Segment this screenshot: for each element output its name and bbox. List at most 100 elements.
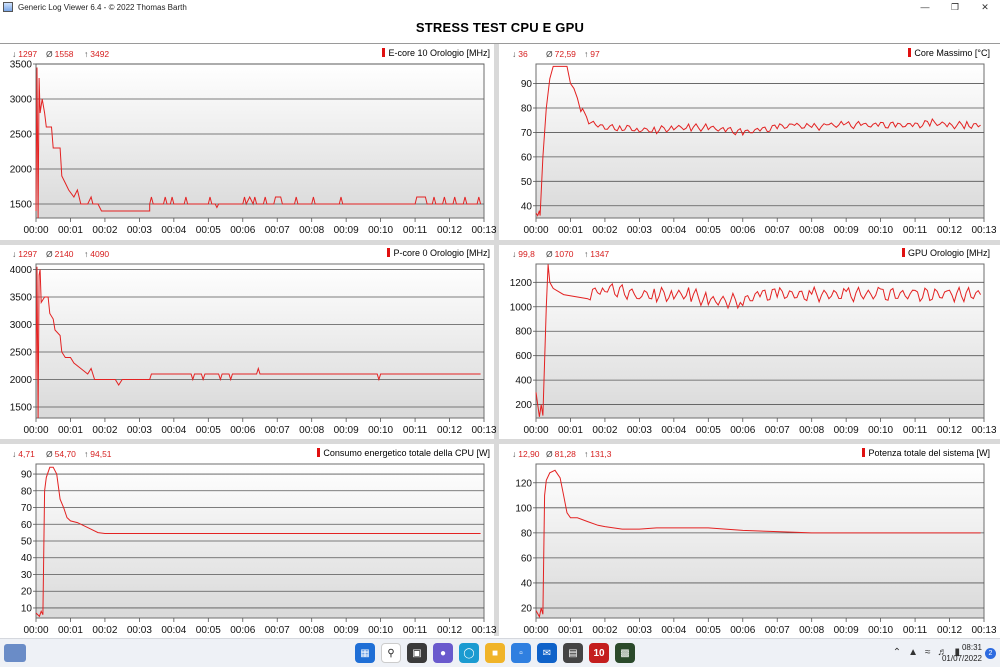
chart-panel-cpu-power: ↓ 4,71 Ø 54,70 ↑ 94,51 Consumo energetico tota… [0,444,496,642]
y-tick-label: 200 [515,400,532,411]
x-tick-label: 00:12 [937,625,962,636]
y-tick-label: 120 [515,478,532,489]
x-tick-label: 00:08 [299,225,324,236]
y-tick-label: 90 [21,470,33,481]
x-tick-label: 00:01 [558,625,583,636]
x-tick-label: 00:10 [368,225,393,236]
window-titlebar: Generic Log Viewer 6.4 - © 2022 Thomas B… [0,0,1000,14]
x-tick-label: 00:00 [523,425,548,436]
x-tick-label: 00:00 [23,625,48,636]
y-tick-label: 60 [21,520,33,531]
chart-panel-system-power: ↓ 12,90 Ø 81,28 ↑ 131,3 Potenza totale del sis… [500,444,996,642]
chart-panel-core-max-temp: ↓ 36 Ø 72,59 ↑ 97 Core Massimo [°C] 40 50 60 70 80 9… [500,44,996,242]
store-icon[interactable]: ▫ [511,643,531,663]
x-tick-label: 00:08 [299,425,324,436]
hwinfo-icon[interactable]: 10 [589,643,609,663]
widgets-weather-icon[interactable] [4,644,26,662]
wifi-icon[interactable]: ≈ [925,647,931,658]
x-tick-label: 00:03 [627,225,652,236]
search-icon[interactable]: ⚲ [381,643,401,663]
chart-plot[interactable]: 1500 2000 2500 3000 3500 00:00 00:01 00:02 00:03… [0,44,496,240]
plot-area [535,63,985,219]
x-tick-label: 00:09 [334,425,359,436]
x-tick-label: 00:01 [558,425,583,436]
y-tick-label: 40 [521,578,533,589]
x-tick-label: 00:01 [58,425,83,436]
y-tick-label: 3000 [10,320,33,331]
x-tick-label: 00:13 [471,625,496,636]
x-tick-label: 00:11 [403,225,428,236]
y-tick-label: 90 [521,79,533,90]
restore-icon[interactable]: ❐ [940,0,970,14]
app-icon [3,2,13,12]
x-tick-label: 00:04 [661,625,686,636]
y-tick-label: 1500 [10,200,33,211]
x-tick-label: 00:11 [903,225,928,236]
chart-plot[interactable]: 10 20 30 40 50 60 70 80 90 00:00 00:01 00:02 00:03 00… [0,444,496,640]
x-tick-label: 00:02 [592,625,617,636]
x-tick-label: 00:07 [265,225,290,236]
edge-icon[interactable]: ◯ [459,643,479,663]
minimize-icon[interactable]: — [910,0,940,14]
close-icon[interactable]: ✕ [970,0,1000,14]
x-tick-label: 00:05 [696,425,721,436]
x-tick-label: 00:07 [265,625,290,636]
y-tick-label: 30 [21,570,33,581]
chevron-up-icon[interactable]: ⌃ [893,647,901,658]
x-tick-label: 00:07 [765,625,790,636]
chart-plot[interactable]: 40 50 60 70 80 90 00:00 00:01 00:02 00:03 00:04 00:… [500,44,996,240]
x-tick-label: 00:06 [730,425,755,436]
plot-area [535,463,985,619]
x-tick-label: 00:10 [868,625,893,636]
x-tick-label: 00:09 [334,625,359,636]
y-tick-label: 40 [21,553,33,564]
x-tick-label: 00:09 [834,225,859,236]
mail-icon[interactable]: ✉ [537,643,557,663]
y-tick-label: 1200 [510,278,533,289]
chart-plot[interactable]: 200 400 600 800 1000 1200 00:00 00:01 00:02 00:03… [500,244,996,440]
x-tick-label: 00:05 [196,225,221,236]
y-tick-label: 70 [521,128,533,139]
y-tick-label: 3000 [10,95,33,106]
x-tick-label: 00:12 [937,425,962,436]
y-tick-label: 80 [521,104,533,115]
notification-badge[interactable]: 2 [985,648,996,659]
x-tick-label: 00:05 [696,625,721,636]
x-tick-label: 00:12 [437,625,462,636]
x-tick-label: 00:03 [127,225,152,236]
y-tick-label: 80 [21,486,33,497]
x-tick-label: 00:01 [58,225,83,236]
x-tick-label: 00:13 [971,225,996,236]
x-tick-label: 00:08 [299,625,324,636]
x-tick-label: 00:00 [23,425,48,436]
x-tick-label: 00:01 [558,225,583,236]
network-icon[interactable]: ▲ [908,647,918,658]
y-tick-label: 20 [21,587,33,598]
chart-panel-gpu-clock: ↓ 99,8 Ø 1070 ↑ 1347 GPU Orologio [MHz] 200 400 6… [500,244,996,442]
y-tick-label: 400 [515,376,532,387]
explorer-icon[interactable]: ■ [485,643,505,663]
y-tick-label: 2500 [10,130,33,141]
x-tick-label: 00:05 [196,625,221,636]
start-icon[interactable]: ▦ [355,643,375,663]
x-tick-label: 00:08 [799,225,824,236]
teams-icon[interactable]: ● [433,643,453,663]
taskbar: ▦ ⚲ ▣ ● ◯ ■ ▫ ✉ ▤ 10 ▩ ⌃ ▲ ≈ ♬ ▮ 08:31 0… [0,638,1000,667]
task-view-icon[interactable]: ▣ [407,643,427,663]
chart-plot[interactable]: 20 40 60 80 100 120 00:00 00:01 00:02 00:03 00:04 0… [500,444,996,640]
taskbar-clock[interactable]: 08:31 01/07/2022 [942,642,982,664]
x-tick-label: 00:11 [903,625,928,636]
window-controls: — ❐ ✕ [910,0,1000,14]
x-tick-label: 00:02 [92,425,117,436]
x-tick-label: 00:06 [230,625,255,636]
x-tick-label: 00:13 [471,225,496,236]
x-tick-label: 00:12 [437,425,462,436]
y-tick-label: 50 [21,537,33,548]
log-viewer-icon[interactable]: ▩ [615,643,635,663]
y-tick-label: 1500 [10,403,33,414]
x-tick-label: 00:07 [765,225,790,236]
monitor-app-icon[interactable]: ▤ [563,643,583,663]
y-tick-label: 40 [521,201,533,212]
chart-plot[interactable]: 1500 2000 2500 3000 3500 4000 00:00 00:01 00:02 0… [0,244,496,440]
y-tick-label: 70 [21,503,33,514]
